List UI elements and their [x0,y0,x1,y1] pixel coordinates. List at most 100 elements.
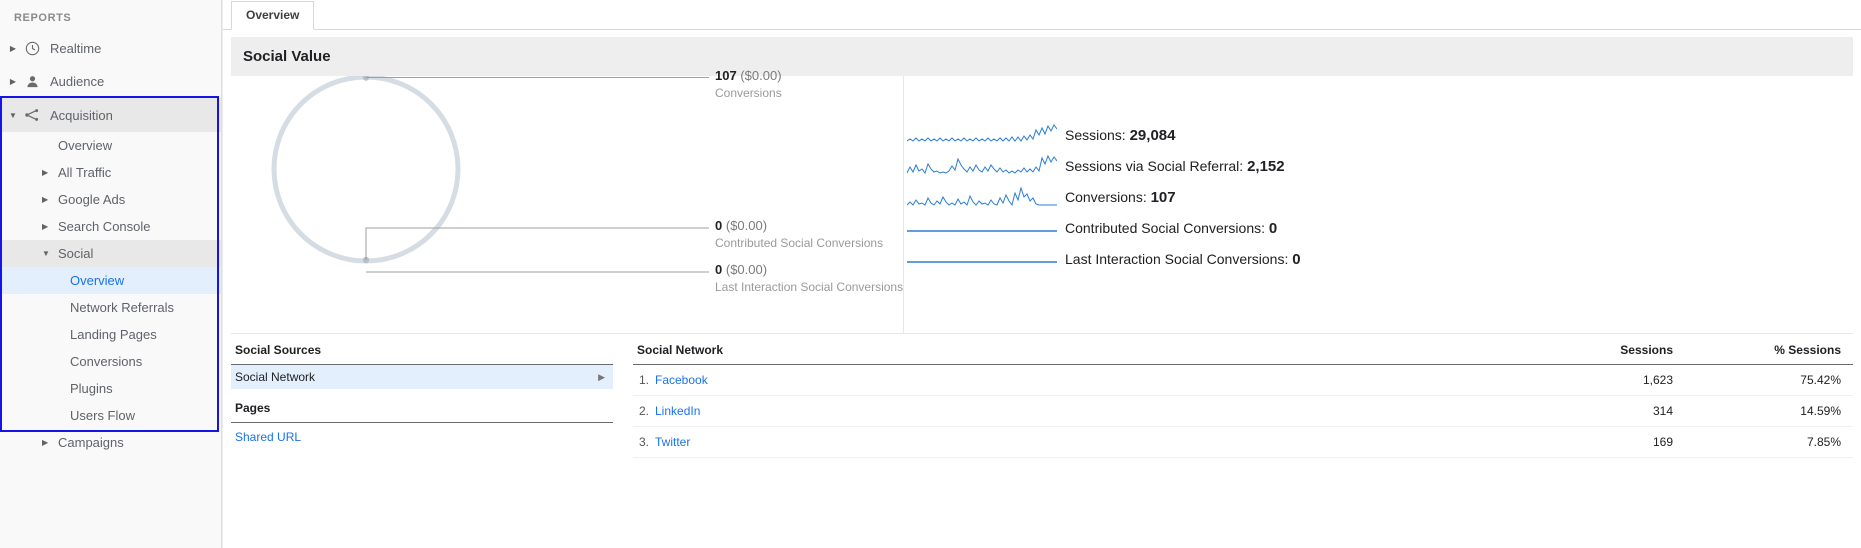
sidebar-item-acquisition-overview[interactable]: Overview [0,132,221,159]
funnel-label-conversions: 107 ($0.00) Conversions [715,68,782,100]
sidebar-item-campaigns[interactable]: ▶ Campaigns [0,429,221,456]
sidebar-label-search-console: Search Console [58,219,151,234]
row-sessions: 169 [1652,435,1673,449]
sidebar-label-conversions: Conversions [70,354,143,369]
chevron-down-icon: ▼ [9,110,17,120]
row-pct-bar [1703,437,1787,448]
sidebar-item-conversions[interactable]: Conversions [0,348,221,375]
metric-last-interaction-social-conversions: Last Interaction Social Conversions: 0 [904,244,1853,274]
row-pct-cell: 75.42% [1673,373,1853,387]
social-sources-row-social-network[interactable]: Social Network ▶ [231,365,613,389]
funnel-money-last-interaction: ($0.00) [725,262,768,277]
social-sources-header: Social Sources [231,334,613,365]
row-network-link[interactable]: LinkedIn [655,404,1563,418]
funnel-value-contributed: 0 [715,218,723,233]
sidebar-label-landing-pages: Landing Pages [70,327,157,342]
row-pct-bar [1703,406,1787,417]
clock-icon [20,41,44,56]
pages-header: Pages [231,389,613,423]
last-interaction-sparkline [907,261,1057,263]
person-icon [20,74,44,89]
metric-sessions: Sessions: 29,084 [904,120,1853,150]
sidebar-label-network-referrals: Network Referrals [70,300,175,315]
metric-label-sessions-social-referral: Sessions via Social Referral: 2,152 [1065,157,1285,175]
social-value-visual: 107 ($0.00) Conversions 0 ($0.00) Contri… [231,68,1853,334]
reports-section-label: REPORTS [14,12,72,24]
funnel-value-last-interaction: 0 [715,262,723,277]
sidebar-label-acquisition: Acquisition [50,107,113,123]
table-row: 1. Facebook 1,623 75.42% [633,365,1853,396]
funnel-sub-contributed: Contributed Social Conversions [715,236,884,250]
funnel-money-contributed: ($0.00) [725,218,768,233]
column-header-sessions: Sessions [1620,343,1673,357]
funnel-sub-last-interaction: Last Interaction Social Conversions [715,280,904,294]
row-pct-value: 7.85% [1806,435,1841,449]
metric-conversions: Conversions: 107 [904,182,1853,212]
tab-overview[interactable]: Overview [231,1,315,30]
tab-overview-label: Overview [246,8,300,22]
row-pct-value: 75.42% [1800,373,1841,387]
chevron-down-icon: ▼ [42,249,50,258]
row-pct-value: 14.59% [1800,404,1841,418]
funnel-sub-conversions: Conversions [715,86,782,100]
chevron-right-icon: ▶ [42,222,49,231]
row-sessions: 1,623 [1642,373,1673,387]
sidebar-item-social[interactable]: ▼ Social [0,240,221,267]
row-pct-cell: 7.85% [1673,435,1853,449]
metric-label-last-interaction-social-conversions: Last Interaction Social Conversions: 0 [1065,250,1301,268]
chevron-right-icon: ▶ [42,168,49,177]
social-network-table-header: Social Network Sessions % Sessions [633,334,1853,365]
social-sources-row-label: Social Network [235,370,316,384]
row-rank: 3. [638,435,649,449]
row-network-link[interactable]: Facebook [655,373,1563,387]
sidebar-item-plugins[interactable]: Plugins [0,375,221,402]
social-referral-sparkline [907,154,1057,175]
sidebar-label-social: Social [58,246,94,261]
chevron-right-icon: ▶ [9,77,17,86]
acquisition-icon [20,107,44,123]
metric-label-contributed-social-conversions: Contributed Social Conversions: 0 [1065,219,1278,237]
row-network-link[interactable]: Twitter [655,435,1563,449]
sidebar-item-users-flow[interactable]: Users Flow [0,402,221,429]
sidebar-label-audience: Audience [50,74,105,89]
column-header-social-network: Social Network [637,343,724,357]
sidebar-item-all-traffic[interactable]: ▶ All Traffic [0,159,221,186]
contributed-sparkline [907,230,1057,232]
bottom-tables: Social Sources Social Network ▶ Pages Sh… [231,334,1853,458]
funnel-diagram-svg [271,76,709,273]
metrics-list: Sessions: 29,084 Sessions via Social Ref… [903,76,1853,333]
sidebar-item-social-overview[interactable]: Overview [0,267,221,294]
chevron-right-icon: ▶ [598,371,605,382]
main-content: Overview Social Value 107 ($0.00) Conver… [222,0,1861,548]
sidebar-label-plugins: Plugins [70,381,113,396]
tab-bar: Overview [223,0,1861,30]
table-row: 2. LinkedIn 314 14.59% [633,396,1853,427]
sidebar-item-acquisition[interactable]: ▼ Acquisition [0,98,221,132]
sessions-sparkline [907,124,1057,142]
sidebar-label-campaigns: Campaigns [58,435,124,450]
sidebar-label-all-traffic: All Traffic [58,165,112,180]
sidebar-item-realtime[interactable]: ▶ Realtime [0,32,221,65]
sidebar-item-network-referrals[interactable]: Network Referrals [0,294,221,321]
metric-contributed-social-conversions: Contributed Social Conversions: 0 [904,213,1853,243]
sidebar: REPORTS ▶ Realtime ▶ Audience ▼ Acquisit… [0,0,222,548]
sidebar-label-social-overview: Overview [70,273,125,288]
sidebar-item-google-ads[interactable]: ▶ Google Ads [0,186,221,213]
sidebar-item-audience[interactable]: ▶ Audience [0,65,221,98]
funnel-label-last-interaction: 0 ($0.00) Last Interaction Social Conver… [715,262,903,294]
chevron-right-icon: ▶ [42,438,49,447]
metric-sessions-social-referral: Sessions via Social Referral: 2,152 [904,151,1853,181]
funnel-label-contributed: 0 ($0.00) Contributed Social Conversions [715,218,883,250]
social-value-funnel: 107 ($0.00) Conversions 0 ($0.00) Contri… [231,68,903,333]
conversions-sparkline [907,186,1057,207]
chevron-right-icon: ▶ [9,44,17,53]
sidebar-item-landing-pages[interactable]: Landing Pages [0,321,221,348]
page-link-shared-url[interactable]: Shared URL [231,423,613,444]
row-rank: 2. [638,404,649,418]
sidebar-label-google-ads: Google Ads [58,192,126,207]
sidebar-label-users-flow: Users Flow [70,408,136,423]
sidebar-item-search-console[interactable]: ▶ Search Console [0,213,221,240]
row-sessions: 314 [1652,404,1673,418]
analytics-page: REPORTS ▶ Realtime ▶ Audience ▼ Acquisit… [0,0,1861,548]
funnel-money-conversions: ($0.00) [740,68,782,83]
